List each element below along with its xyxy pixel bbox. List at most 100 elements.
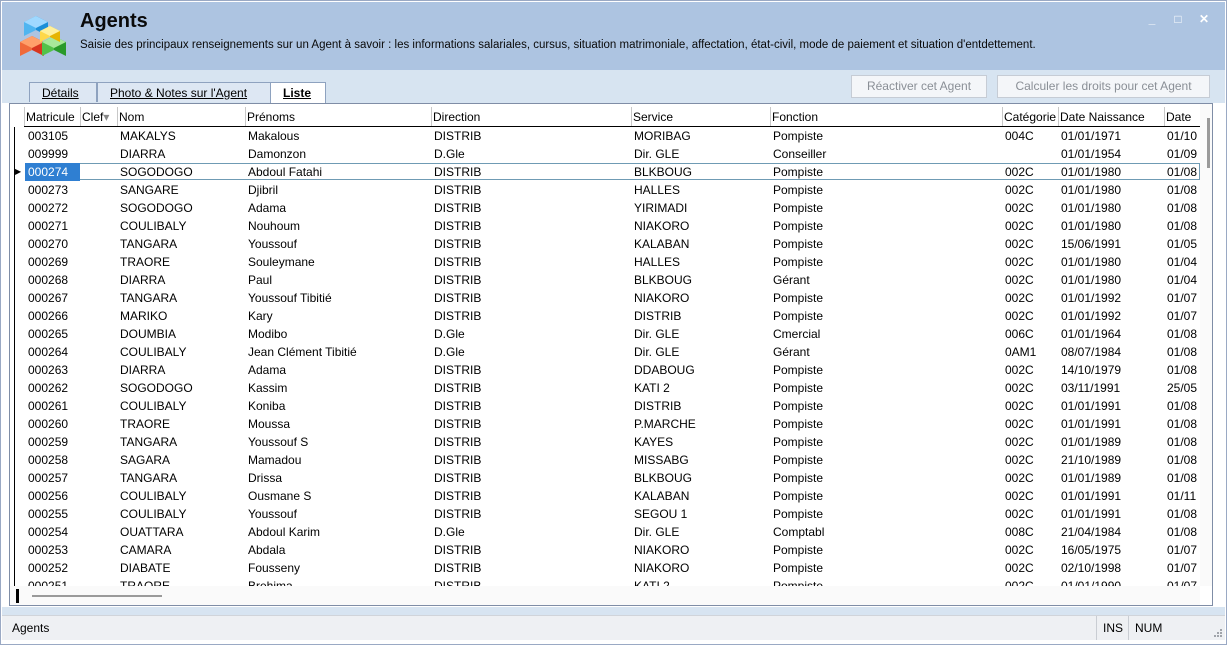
cell-matricule[interactable]: 000260 [25, 415, 80, 433]
table-row[interactable]: 000262 SOGODOGO Kassim DISTRIB KATI 2 Pompist… [10, 379, 1200, 397]
cell-prenoms[interactable]: Makalous [245, 127, 431, 145]
cell-categorie[interactable]: 002C [1002, 181, 1058, 199]
horizontal-scrollbar[interactable] [10, 586, 1200, 605]
cell-clef[interactable] [80, 577, 117, 586]
cell-prenoms[interactable]: Ousmane S [245, 487, 431, 505]
cell-matricule[interactable]: 000270 [25, 235, 80, 253]
cell-date[interactable]: 01/08 [1164, 217, 1200, 235]
cell-matricule[interactable]: 000255 [25, 505, 80, 523]
cell-service[interactable]: BLKBOUG [631, 469, 770, 487]
cell-clef[interactable] [80, 343, 117, 361]
cell-clef[interactable] [80, 163, 117, 181]
cell-date[interactable]: 01/08 [1164, 433, 1200, 451]
cell-clef[interactable] [80, 505, 117, 523]
cell-prenoms[interactable]: Youssouf Tibitié [245, 289, 431, 307]
cell-date-naissance[interactable]: 01/01/1980 [1058, 253, 1164, 271]
cell-date[interactable]: 01/08 [1164, 415, 1200, 433]
table-row[interactable]: 000260 TRAORE Moussa DISTRIB P.MARCHE Pompist… [10, 415, 1200, 433]
column-header-matricule[interactable]: Matricule [24, 107, 80, 127]
cell-nom[interactable]: MARIKO [117, 307, 245, 325]
cell-categorie[interactable]: 002C [1002, 163, 1058, 181]
cell-nom[interactable]: TRAORE [117, 577, 245, 586]
cell-matricule[interactable]: 003105 [25, 127, 80, 145]
cell-nom[interactable]: COULIBALY [117, 217, 245, 235]
cell-direction[interactable]: DISTRIB [431, 235, 631, 253]
cell-clef[interactable] [80, 271, 117, 289]
cell-date-naissance[interactable]: 15/06/1991 [1058, 235, 1164, 253]
cell-prenoms[interactable]: Jean Clément Tibitié [245, 343, 431, 361]
cell-direction[interactable]: DISTRIB [431, 541, 631, 559]
table-row[interactable]: 000258 SAGARA Mamadou DISTRIB MISSABG Pompist… [10, 451, 1200, 469]
row-indicator[interactable] [14, 217, 24, 235]
row-indicator[interactable] [14, 271, 24, 289]
cell-clef[interactable] [80, 433, 117, 451]
cell-categorie[interactable]: 002C [1002, 199, 1058, 217]
cell-categorie[interactable]: 002C [1002, 271, 1058, 289]
cell-direction[interactable]: DISTRIB [431, 271, 631, 289]
cell-categorie[interactable]: 0AM1 [1002, 343, 1058, 361]
cell-fonction[interactable]: Pompiste [770, 199, 1002, 217]
cell-service[interactable]: KALABAN [631, 487, 770, 505]
cell-categorie[interactable]: 006C [1002, 325, 1058, 343]
cell-fonction[interactable]: Pompiste [770, 127, 1002, 145]
cell-nom[interactable]: TRAORE [117, 253, 245, 271]
row-indicator[interactable] [14, 127, 24, 145]
cell-date[interactable]: 25/05 [1164, 379, 1200, 397]
column-header-categorie[interactable]: Catégorie [1002, 107, 1058, 127]
cell-direction[interactable]: D.Gle [431, 343, 631, 361]
cell-date[interactable]: 01/08 [1164, 199, 1200, 217]
cell-nom[interactable]: SOGODOGO [117, 163, 245, 181]
cell-clef[interactable] [80, 307, 117, 325]
vertical-scroll-thumb[interactable] [1207, 118, 1210, 168]
cell-date[interactable]: 01/08 [1164, 325, 1200, 343]
cell-clef[interactable] [80, 127, 117, 145]
cell-date[interactable]: 01/08 [1164, 505, 1200, 523]
row-indicator[interactable] [14, 343, 24, 361]
cell-date-naissance[interactable]: 01/01/1989 [1058, 433, 1164, 451]
maximize-icon[interactable]: □ [1171, 12, 1185, 26]
cell-service[interactable]: Dir. GLE [631, 343, 770, 361]
cell-direction[interactable]: DISTRIB [431, 433, 631, 451]
cell-date-naissance[interactable]: 01/01/1980 [1058, 181, 1164, 199]
table-row[interactable]: 000259 TANGARA Youssouf S DISTRIB KAYES Pompi… [10, 433, 1200, 451]
cell-matricule[interactable]: 000252 [25, 559, 80, 577]
table-row[interactable]: 000254 OUATTARA Abdoul Karim D.Gle Dir. GLE C… [10, 523, 1200, 541]
cell-clef[interactable] [80, 199, 117, 217]
cell-direction[interactable]: DISTRIB [431, 451, 631, 469]
cell-prenoms[interactable]: Youssouf S [245, 433, 431, 451]
cell-fonction[interactable]: Gérant [770, 343, 1002, 361]
cell-service[interactable]: KATI 2 [631, 577, 770, 586]
cell-categorie[interactable]: 008C [1002, 523, 1058, 541]
cell-direction[interactable]: DISTRIB [431, 289, 631, 307]
cell-service[interactable]: NIAKORO [631, 217, 770, 235]
column-header-direction[interactable]: Direction [431, 107, 631, 127]
cell-fonction[interactable]: Pompiste [770, 505, 1002, 523]
row-indicator[interactable] [14, 379, 24, 397]
cell-clef[interactable] [80, 235, 117, 253]
cell-fonction[interactable]: Pompiste [770, 541, 1002, 559]
cell-fonction[interactable]: Pompiste [770, 415, 1002, 433]
cell-prenoms[interactable]: Adama [245, 199, 431, 217]
cell-prenoms[interactable]: Kary [245, 307, 431, 325]
cell-matricule[interactable]: 000254 [25, 523, 80, 541]
cell-fonction[interactable]: Pompiste [770, 469, 1002, 487]
row-indicator[interactable] [14, 433, 24, 451]
cell-direction[interactable]: DISTRIB [431, 379, 631, 397]
table-row[interactable]: 000264 COULIBALY Jean Clément Tibitié D.Gle… [10, 343, 1200, 361]
row-indicator[interactable] [14, 307, 24, 325]
table-row[interactable]: 000256 COULIBALY Ousmane S DISTRIB KALABAN Po… [10, 487, 1200, 505]
cell-clef[interactable] [80, 379, 117, 397]
tab-liste[interactable]: Liste [270, 82, 326, 103]
cell-date-naissance[interactable]: 01/01/1992 [1058, 289, 1164, 307]
row-indicator[interactable] [14, 415, 24, 433]
cell-categorie[interactable]: 002C [1002, 541, 1058, 559]
cell-matricule[interactable]: 000271 [25, 217, 80, 235]
column-header-service[interactable]: Service [631, 107, 770, 127]
cell-fonction[interactable]: Pompiste [770, 235, 1002, 253]
cell-nom[interactable]: SOGODOGO [117, 199, 245, 217]
cell-categorie[interactable] [1002, 145, 1058, 163]
cell-service[interactable]: MORIBAG [631, 127, 770, 145]
cell-clef[interactable] [80, 559, 117, 577]
cell-nom[interactable]: TANGARA [117, 433, 245, 451]
cell-direction[interactable]: DISTRIB [431, 577, 631, 586]
